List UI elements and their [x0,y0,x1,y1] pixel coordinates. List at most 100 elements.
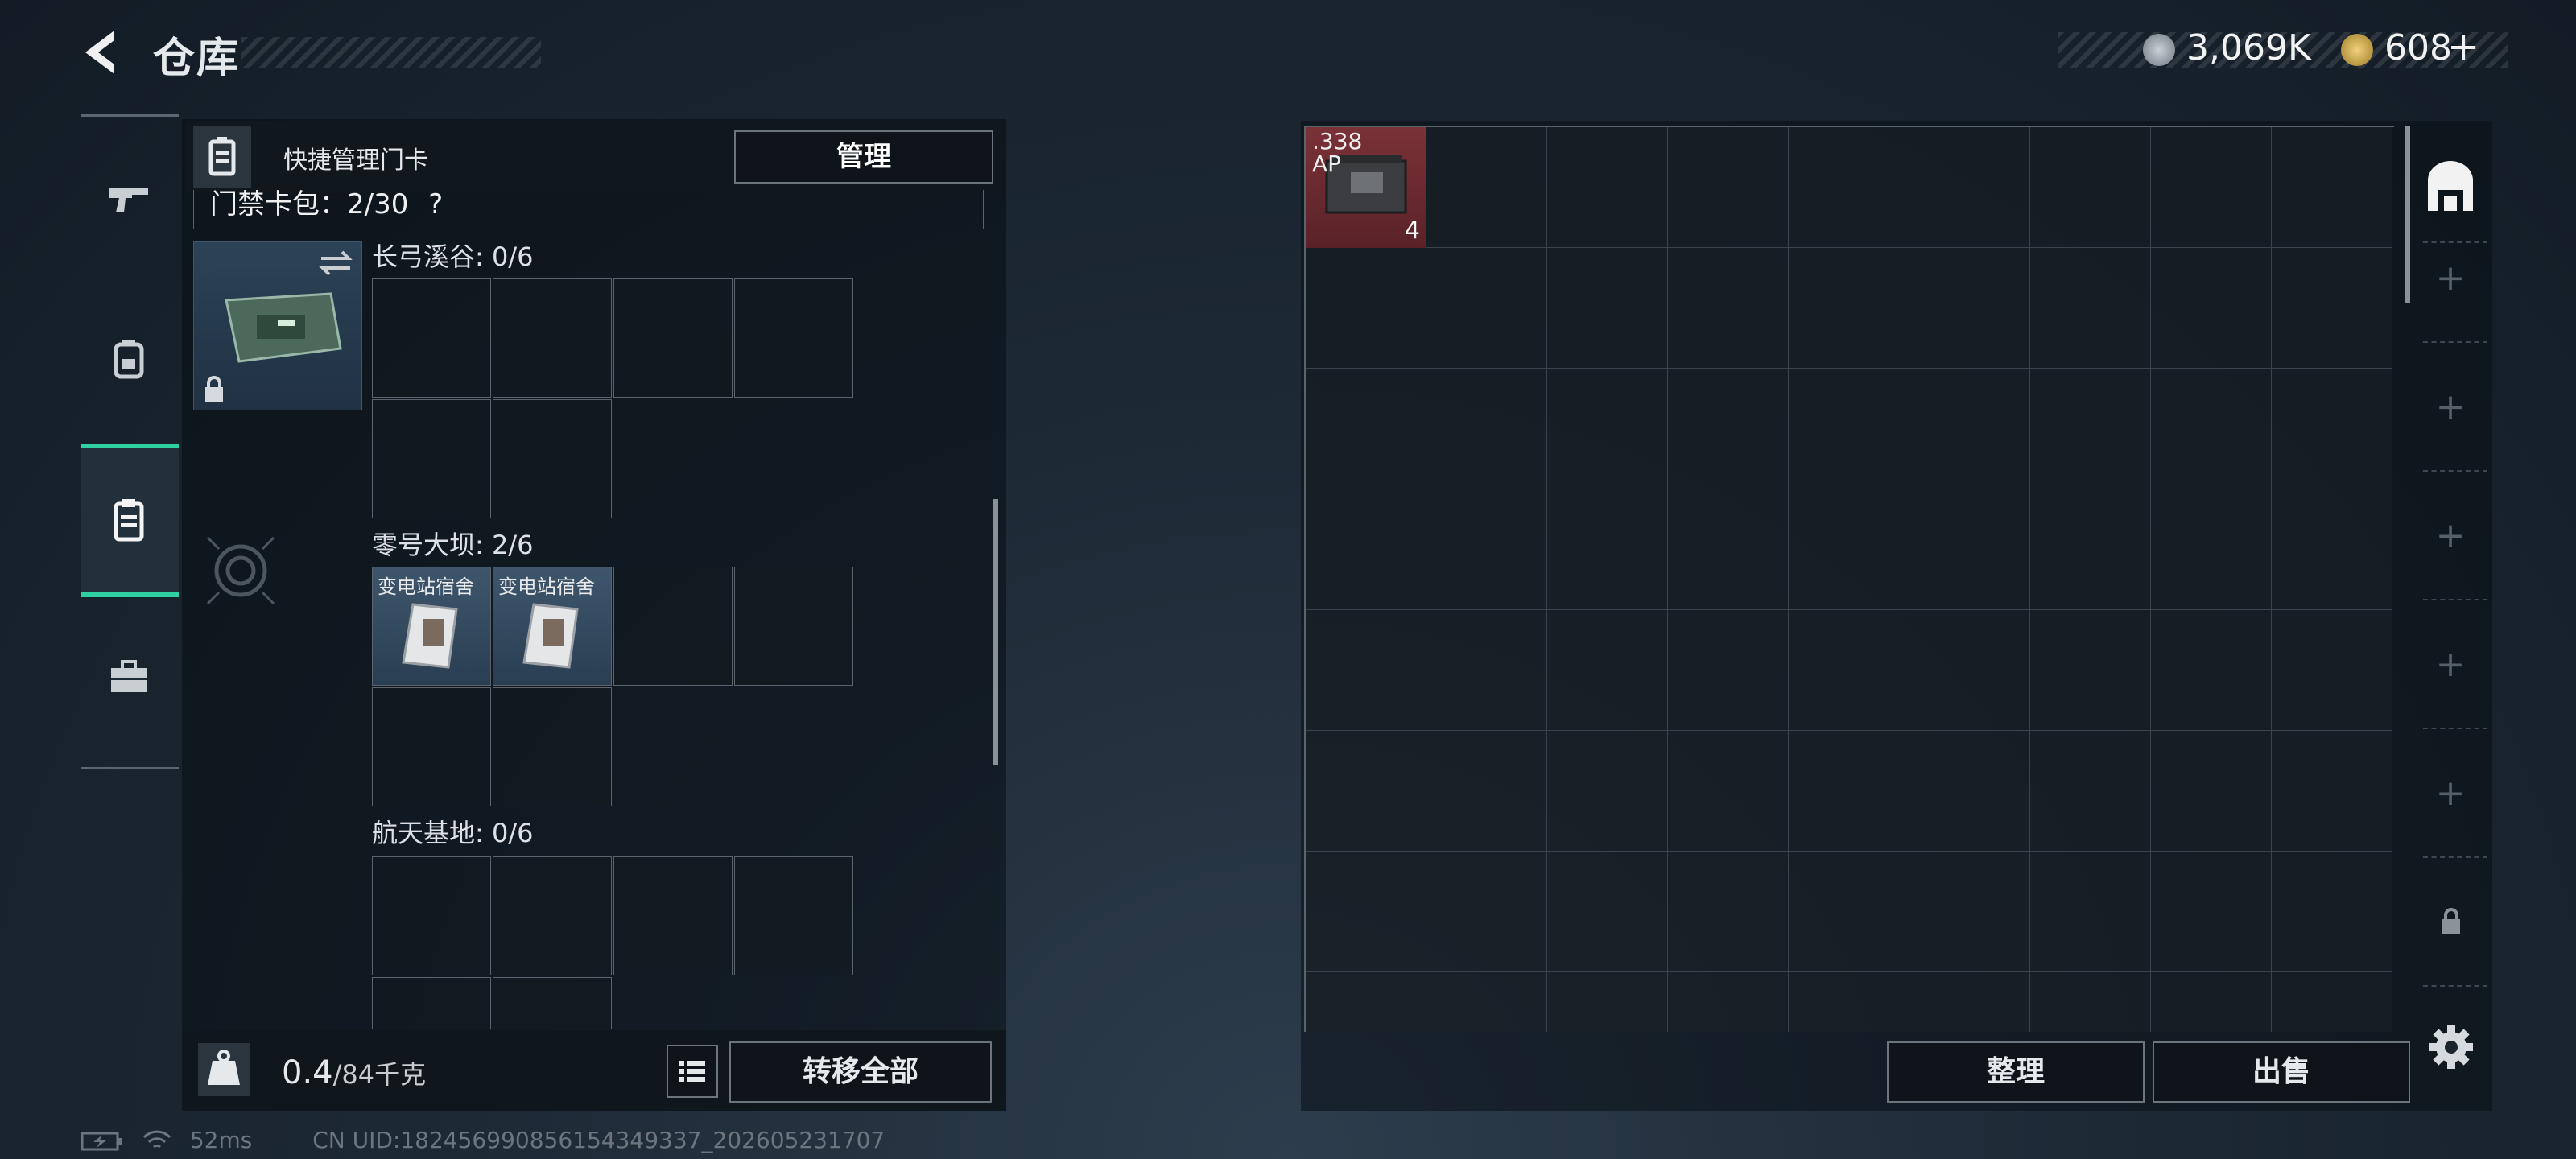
storage-cell[interactable] [1789,248,1909,369]
add-storage-icon[interactable]: + [2434,647,2467,683]
storage-cell[interactable] [1306,852,1426,972]
storage-cell[interactable] [2151,248,2272,369]
slot-divider [2423,470,2487,472]
add-storage-icon[interactable]: + [2434,390,2467,425]
status-bar: 52ms CN UID:1824569908561543493​37_20260… [80,1127,885,1153]
storage-cell[interactable] [1668,972,1789,1032]
storage-cell[interactable] [1668,489,1789,610]
storage-cell[interactable] [2151,610,2272,731]
storage-cell[interactable] [1306,369,1426,489]
storage-cell[interactable] [1547,852,1668,972]
storage-cell[interactable] [1547,489,1668,610]
storage-cell[interactable] [1668,369,1789,489]
storage-cell[interactable] [2272,489,2392,610]
storage-cell[interactable] [1547,248,1668,369]
card-slot[interactable] [493,856,612,975]
zone-grid-space-base [0,0,1006,1029]
storage-cell[interactable] [1789,127,1909,248]
storage-cell[interactable] [1547,610,1668,731]
storage-cell[interactable] [1547,972,1668,1032]
transfer-all-button[interactable]: 转移全部 [729,1041,992,1103]
storage-cell[interactable] [2030,489,2151,610]
sort-button[interactable]: 整理 [1887,1041,2145,1103]
card-pack-scrollbar[interactable] [993,499,998,765]
card-slot[interactable] [734,856,853,975]
add-gold-button[interactable]: + [2447,24,2479,69]
list-view-button[interactable] [667,1045,718,1098]
storage-cell[interactable] [1426,972,1547,1032]
storage-cell[interactable] [1306,610,1426,731]
storage-cell[interactable] [1426,852,1547,972]
storage-cell[interactable] [1426,731,1547,852]
storage-cell[interactable] [1426,248,1547,369]
storage-cell[interactable] [1789,972,1909,1032]
storage-cell[interactable] [1426,610,1547,731]
storage-cell[interactable] [2151,852,2272,972]
storage-cell[interactable] [2030,972,2151,1032]
card-slot[interactable] [372,856,491,975]
storage-cell[interactable] [1789,852,1909,972]
storage-cell[interactable] [1668,610,1789,731]
storage-cell[interactable] [2272,369,2392,489]
battery-icon [80,1132,122,1151]
storage-cell[interactable] [1909,369,2030,489]
storage-scrollbar[interactable] [2405,126,2410,303]
storage-cell[interactable] [2030,852,2151,972]
storage-cell[interactable] [2151,972,2272,1032]
card-slot[interactable] [613,856,733,975]
storage-cell[interactable] [1909,852,2030,972]
storage-cell[interactable] [1547,369,1668,489]
storage-cell[interactable] [2030,610,2151,731]
storage-cell[interactable] [1909,731,2030,852]
storage-cell[interactable] [1306,731,1426,852]
storage-cell[interactable] [1426,489,1547,610]
settings-button[interactable] [2426,1022,2476,1072]
storage-cell[interactable] [1306,972,1426,1032]
storage-cell[interactable] [2151,489,2272,610]
storage-cell[interactable] [1909,127,2030,248]
storage-cell[interactable] [2030,248,2151,369]
storage-cell[interactable] [1668,127,1789,248]
storage-cell[interactable] [2272,852,2392,972]
storage-cell[interactable] [2151,731,2272,852]
storage-cell[interactable] [1668,731,1789,852]
ammo-name: .338 AP [1312,128,1363,177]
storage-cell[interactable] [1909,248,2030,369]
storage-cell[interactable] [1668,852,1789,972]
slot-divider [2423,728,2487,729]
add-storage-icon[interactable]: + [2434,776,2467,811]
add-storage-icon[interactable]: + [2434,261,2467,296]
storage-cell[interactable] [2151,127,2272,248]
storage-cell[interactable] [2272,610,2392,731]
storage-cell[interactable] [1426,127,1547,248]
sell-button[interactable]: 出售 [2153,1041,2410,1103]
storage-cell[interactable] [1789,369,1909,489]
storage-cell[interactable] [2151,369,2272,489]
user-id: CN UID:1824569908561543493​37_2026052317… [312,1127,886,1153]
add-storage-icon[interactable]: + [2434,518,2467,554]
storage-tab-main[interactable] [2423,158,2478,216]
storage-cell[interactable] [2030,127,2151,248]
storage-cell[interactable] [1547,127,1668,248]
storage-cell[interactable] [2030,731,2151,852]
storage-cell[interactable] [1789,489,1909,610]
storage-cell[interactable] [1668,248,1789,369]
card-slot[interactable] [372,977,491,1029]
storage-cell[interactable] [1909,972,2030,1032]
storage-cell[interactable] [2272,972,2392,1032]
storage-cell[interactable] [1306,248,1426,369]
storage-cell[interactable] [1909,489,2030,610]
card-slot[interactable] [493,977,612,1029]
storage-cell[interactable] [1306,489,1426,610]
storage-cell[interactable] [1789,610,1909,731]
storage-cell[interactable] [1426,369,1547,489]
gear-icon [2429,1025,2473,1069]
storage-cell[interactable] [1789,731,1909,852]
ammo-item[interactable]: .338 AP 4 [1306,127,1426,248]
storage-cell[interactable] [2030,369,2151,489]
storage-cell[interactable] [2272,731,2392,852]
storage-cell[interactable] [1547,731,1668,852]
storage-cell[interactable] [2272,127,2392,248]
storage-cell[interactable] [1909,610,2030,731]
storage-cell[interactable] [2272,248,2392,369]
